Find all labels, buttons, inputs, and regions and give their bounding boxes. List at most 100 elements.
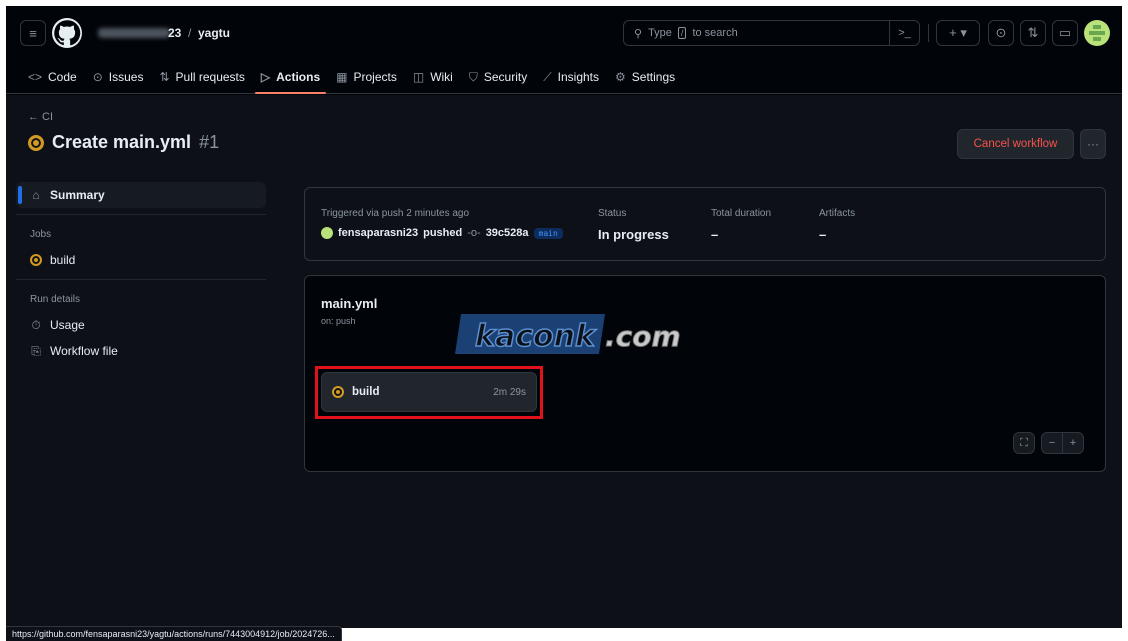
workflow-trigger: on: push [321,316,356,326]
code-icon: <> [28,70,43,84]
home-icon: ⌂ [32,188,40,202]
page-title: Create main.yml [52,132,192,152]
tab-issues[interactable]: ⊙ Issues [85,60,152,94]
file-code-icon: ⎘ [31,343,41,358]
tab-label: Security [483,70,528,84]
sidebar-item-workflow-file[interactable]: ⎘ Workflow file [16,338,266,364]
artifacts-column: Artifacts – [819,208,855,242]
zoom-in-button[interactable]: + [1062,432,1084,454]
breadcrumb-separator: / [188,26,192,40]
search-icon: ⚲ [634,27,643,40]
issue-icon: ⊙ [92,70,103,84]
owner-name-suffix[interactable]: 23 [168,26,181,40]
repo-name[interactable]: yagtu [198,26,230,40]
more-options-button[interactable]: ··· [1080,129,1106,159]
search-placeholder-prefix: Type [648,27,672,39]
tab-code[interactable]: <> Code [20,60,85,94]
tab-label: Actions [276,70,321,84]
in-progress-icon [30,254,42,266]
cancel-workflow-button[interactable]: Cancel workflow [957,129,1074,159]
trigger-label: Triggered via push 2 minutes ago [321,208,470,219]
actor-link[interactable]: fensaparasni23 [338,227,418,239]
search-shortcut-key: / [677,27,687,39]
command-palette-icon[interactable]: >_ [889,21,919,45]
tab-pull-requests[interactable]: ⇅ Pull requests [151,60,252,94]
gear-icon: ⚙ [615,70,626,84]
duration-value: – [711,227,719,242]
pull-requests-icon[interactable]: ⇅ [1020,20,1046,46]
workflow-graph-card: main.yml on: push kaconk .com build 2m 2… [304,275,1106,472]
duration-label: Total duration [711,208,772,219]
tab-label: Issues [108,70,144,84]
tab-label: Code [48,70,77,84]
svg-text:.com: .com [605,320,681,353]
issues-icon[interactable]: ⊙ [988,20,1014,46]
search-placeholder-suffix: to search [692,27,738,39]
table-icon: ▦ [336,70,348,84]
sidebar-item-summary[interactable]: ⌂ Summary [16,182,266,208]
github-logo-icon[interactable] [52,18,82,48]
menu-icon[interactable]: ≡ [20,20,46,46]
divider [16,279,266,280]
browser-window: ≡ 23 / yagtu ⚲ Type / to search >_ + ▾ ⊙… [6,6,1122,628]
tab-label: Wiki [430,70,453,84]
global-header: ≡ 23 / yagtu ⚲ Type / to search >_ + ▾ ⊙… [6,6,1122,94]
job-node-build[interactable]: build 2m 29s [321,372,537,412]
tab-wiki[interactable]: ◫ Wiki [405,60,461,94]
avatar[interactable] [1084,20,1110,46]
book-icon: ◫ [412,70,425,84]
artifacts-label: Artifacts [819,208,856,219]
action-text: pushed [423,227,463,239]
link-hover-status: https://github.com/fensaparasni23/yagtu/… [6,626,342,641]
sidebar-item-label: Summary [50,188,105,202]
push-details: fensaparasni23 pushed -o- 39c528a main [321,227,563,239]
pull-request-icon: ⇅ [159,70,170,84]
tab-label: Settings [631,70,676,84]
watermark-logo: kaconk .com [455,314,681,355]
sidebar-item-label: build [50,253,76,267]
tab-projects[interactable]: ▦ Projects [328,60,405,94]
tab-insights[interactable]: ⟋ Insights [535,60,607,94]
duration-column: Total duration – [711,208,771,242]
avatar [321,227,333,239]
run-details-heading: Run details [30,293,81,305]
sidebar-item-label: Usage [50,318,85,332]
shield-icon: ⛉ [468,69,478,84]
sidebar-item-label: Workflow file [50,344,118,358]
artifacts-value: – [819,227,827,242]
tab-label: Pull requests [175,70,245,84]
status-label: Status [598,208,627,219]
tab-label: Insights [557,70,599,84]
stopwatch-icon: ⏱ [31,317,41,332]
tab-settings[interactable]: ⚙ Settings [607,60,683,94]
inbox-icon[interactable]: ▭ [1052,20,1078,46]
search-input[interactable]: ⚲ Type / to search >_ [623,20,920,46]
job-name: build [352,386,380,398]
branch-badge[interactable]: main [533,227,563,239]
owner-name-redacted [98,28,170,38]
in-progress-icon [332,386,344,398]
divider [16,214,266,215]
fullscreen-icon[interactable]: ⛶ [1013,432,1035,454]
divider [928,24,929,42]
status-value: In progress [598,227,669,242]
create-new-button[interactable]: + ▾ [936,20,980,46]
workflow-file-name: main.yml [321,296,378,311]
repo-tabs: <> Code ⊙ Issues ⇅ Pull requests ▷ Actions ▦… [6,60,1122,94]
commit-icon: -o- [467,227,481,239]
graph-icon: ⟋ [543,69,552,84]
job-duration: 2m 29s [493,386,526,398]
sidebar-item-usage[interactable]: ⏱ Usage [16,312,266,338]
run-page: ← CI Create main.yml #1 Cancel workflow … [6,95,1122,628]
sidebar-item-build[interactable]: build [16,247,266,273]
zoom-out-button[interactable]: − [1041,432,1063,454]
tab-security[interactable]: ⛉ Security [461,60,535,94]
commit-link[interactable]: 39c528a [486,227,529,239]
tab-actions[interactable]: ▷ Actions [253,60,328,94]
back-to-workflow-link[interactable]: ← CI [28,111,53,123]
play-icon: ▷ [260,70,271,84]
svg-text:kaconk: kaconk [475,319,597,354]
trigger-column: Triggered via push 2 minutes ago fensapa… [321,208,563,239]
status-column: Status In progress [598,208,669,242]
run-title-row: Create main.yml #1 [28,132,219,153]
